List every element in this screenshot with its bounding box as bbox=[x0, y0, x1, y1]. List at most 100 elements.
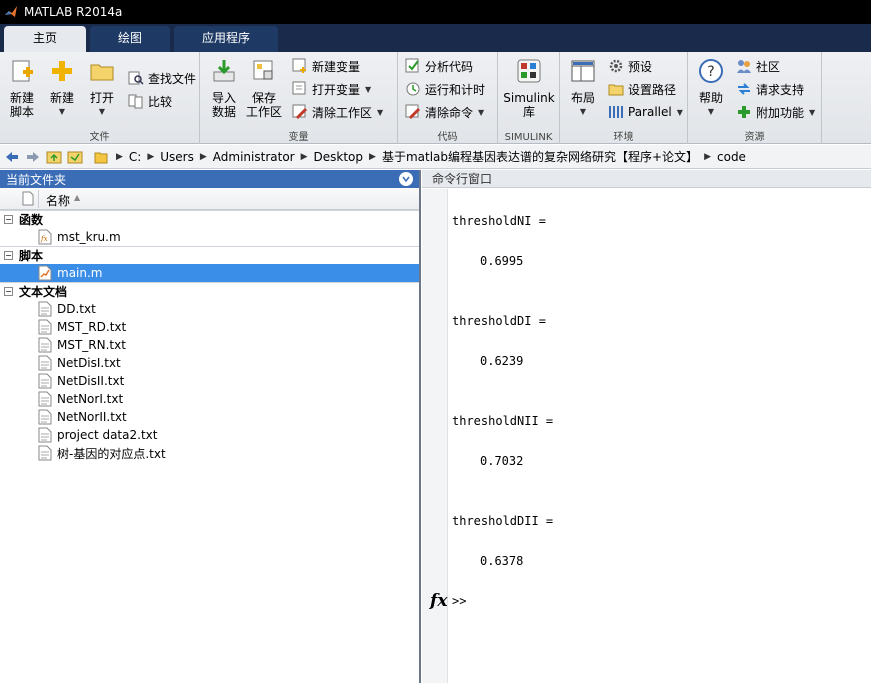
request-support-button[interactable]: 请求支持 bbox=[736, 79, 804, 99]
help-dropdown-icon: ▼ bbox=[707, 107, 715, 116]
simulink-library-icon bbox=[517, 59, 541, 83]
run-and-time-button[interactable]: 运行和计时 bbox=[405, 79, 485, 99]
browse-folder-icon bbox=[67, 151, 83, 163]
breadcrumb-code[interactable]: code bbox=[717, 150, 746, 164]
matlab-logo-icon bbox=[5, 6, 17, 17]
clear-commands-label: 清除命令 bbox=[425, 105, 474, 120]
parallel-button[interactable]: Parallel ▼ bbox=[608, 102, 683, 122]
file-item[interactable]: DD.txt bbox=[0, 300, 419, 318]
collapse-toggle-icon[interactable]: − bbox=[4, 215, 13, 224]
text-file-icon bbox=[38, 337, 52, 353]
file-item-selected[interactable]: main.m bbox=[0, 264, 419, 282]
breadcrumb-desktop[interactable]: Desktop bbox=[314, 150, 364, 164]
resources-section-caption: 资源 bbox=[744, 132, 765, 143]
file-item[interactable]: fx mst_kru.m bbox=[0, 228, 419, 246]
ribbon: 新建 脚本 新建 ▼ 打开 ▼ 查找文件 比较 文件 导入 数据 保存 工作区 … bbox=[0, 52, 871, 144]
svg-text:fx: fx bbox=[40, 235, 48, 243]
preferences-button[interactable]: 预设 bbox=[608, 56, 652, 76]
community-button[interactable]: 社区 bbox=[736, 56, 780, 76]
clear-workspace-dropdown-icon[interactable]: ▼ bbox=[377, 108, 383, 117]
breadcrumb-administrator[interactable]: Administrator bbox=[213, 150, 295, 164]
file-name: NetNorI.txt bbox=[57, 392, 124, 406]
open-button[interactable]: 打开 ▼ bbox=[82, 56, 122, 119]
simulink-library-button[interactable]: Simulink 库 bbox=[502, 56, 556, 119]
function-browser-icon[interactable]: fx bbox=[430, 591, 447, 611]
compare-icon bbox=[128, 94, 143, 109]
open-variable-button[interactable]: 打开变量 ▼ bbox=[292, 79, 371, 99]
analyze-code-button[interactable]: 分析代码 bbox=[405, 56, 473, 76]
back-arrow-icon bbox=[6, 151, 18, 162]
back-button[interactable] bbox=[3, 148, 21, 166]
file-item[interactable]: NetDisII.txt bbox=[0, 372, 419, 390]
ribbon-section-environment: 布局 ▼ 预设 设置路径 Parallel ▼ 环境 bbox=[560, 52, 688, 144]
file-item[interactable]: NetNorII.txt bbox=[0, 408, 419, 426]
output-variable-name: thresholdNII = bbox=[452, 414, 554, 428]
group-text-documents[interactable]: − 文本文档 bbox=[0, 282, 419, 300]
tab-plots[interactable]: 绘图 bbox=[90, 26, 170, 52]
community-icon bbox=[737, 60, 751, 73]
clear-commands-dropdown-icon[interactable]: ▼ bbox=[478, 108, 484, 117]
new-dropdown-icon: ▼ bbox=[58, 107, 66, 116]
find-files-button[interactable]: 查找文件 bbox=[128, 68, 196, 88]
file-item[interactable]: 树-基因的对应点.txt bbox=[0, 444, 419, 462]
clear-workspace-button[interactable]: 清除工作区 ▼ bbox=[292, 102, 383, 122]
preferences-label: 预设 bbox=[628, 59, 653, 74]
layout-dropdown-icon: ▼ bbox=[579, 107, 587, 116]
clear-commands-button[interactable]: 清除命令 ▼ bbox=[405, 102, 484, 122]
ribbon-section-simulink: Simulink 库 SIMULINK bbox=[498, 52, 560, 144]
run-and-time-label: 运行和计时 bbox=[425, 82, 486, 97]
parallel-dropdown-icon[interactable]: ▼ bbox=[677, 108, 683, 117]
layout-button[interactable]: 布局 ▼ bbox=[563, 56, 603, 119]
collapse-toggle-icon[interactable]: − bbox=[4, 287, 13, 296]
addons-button[interactable]: 附加功能 ▼ bbox=[736, 102, 815, 122]
environment-section-caption: 环境 bbox=[613, 132, 634, 143]
addons-dropdown-icon[interactable]: ▼ bbox=[809, 108, 815, 117]
simulink-label-2: 库 bbox=[522, 105, 535, 119]
text-file-icon bbox=[38, 301, 52, 317]
new-variable-label: 新建变量 bbox=[312, 59, 361, 74]
save-workspace-button[interactable]: 保存 工作区 bbox=[244, 56, 284, 119]
group-scripts-label: 脚本 bbox=[19, 249, 44, 263]
addons-label: 附加功能 bbox=[756, 105, 805, 120]
command-prompt[interactable]: >> bbox=[452, 594, 466, 608]
clear-workspace-label: 清除工作区 bbox=[312, 105, 373, 120]
breadcrumb-project[interactable]: 基于matlab编程基因表达谱的复杂网络研究【程序+论文】 bbox=[382, 148, 698, 165]
breadcrumb-separator-icon: ▶ bbox=[116, 151, 123, 162]
breadcrumb-c[interactable]: C: bbox=[129, 150, 141, 164]
forward-button[interactable] bbox=[24, 148, 42, 166]
open-variable-dropdown-icon[interactable]: ▼ bbox=[365, 85, 371, 94]
file-item[interactable]: MST_RN.txt bbox=[0, 336, 419, 354]
tab-home[interactable]: 主页 bbox=[4, 26, 86, 52]
new-script-button[interactable]: 新建 脚本 bbox=[2, 56, 42, 119]
file-item[interactable]: MST_RD.txt bbox=[0, 318, 419, 336]
current-folder-panel: 当前文件夹 名称 ▲ − 函数 fx mst_kru.m − 脚本 main.m… bbox=[0, 170, 421, 683]
group-functions[interactable]: − 函数 bbox=[0, 210, 419, 228]
function-file-icon: fx bbox=[38, 229, 52, 245]
help-button[interactable]: ? 帮助 ▼ bbox=[691, 56, 731, 119]
find-files-icon bbox=[128, 71, 144, 85]
browse-folder-button[interactable] bbox=[66, 148, 84, 166]
file-item[interactable]: project data2.txt bbox=[0, 426, 419, 444]
file-item[interactable]: NetNorI.txt bbox=[0, 390, 419, 408]
tab-apps[interactable]: 应用程序 bbox=[174, 26, 278, 52]
group-scripts[interactable]: − 脚本 bbox=[0, 246, 419, 264]
file-item[interactable]: NetDisI.txt bbox=[0, 354, 419, 372]
text-file-icon bbox=[38, 319, 52, 335]
new-variable-button[interactable]: 新建变量 bbox=[292, 56, 360, 76]
set-path-button[interactable]: 设置路径 bbox=[608, 79, 676, 99]
compare-button[interactable]: 比较 bbox=[128, 91, 172, 111]
up-folder-button[interactable] bbox=[45, 148, 63, 166]
import-data-button[interactable]: 导入 数据 bbox=[204, 56, 244, 119]
ribbon-section-resources: ? 帮助 ▼ 社区 请求支持 附加功能 ▼ 资源 bbox=[688, 52, 822, 144]
breadcrumb-users[interactable]: Users bbox=[160, 150, 194, 164]
file-name: 树-基因的对应点.txt bbox=[57, 446, 166, 461]
panel-menu-icon[interactable] bbox=[399, 172, 413, 186]
import-label-1: 导入 bbox=[211, 91, 236, 105]
file-name: NetDisII.txt bbox=[57, 374, 125, 388]
name-column-header[interactable]: 名称 ▲ bbox=[0, 188, 419, 210]
script-file-icon bbox=[38, 265, 52, 281]
collapse-toggle-icon[interactable]: − bbox=[4, 251, 13, 260]
window-title: MATLAB R2014a bbox=[24, 5, 123, 19]
new-button[interactable]: 新建 ▼ bbox=[42, 56, 82, 119]
folder-icon-button[interactable] bbox=[92, 148, 110, 166]
